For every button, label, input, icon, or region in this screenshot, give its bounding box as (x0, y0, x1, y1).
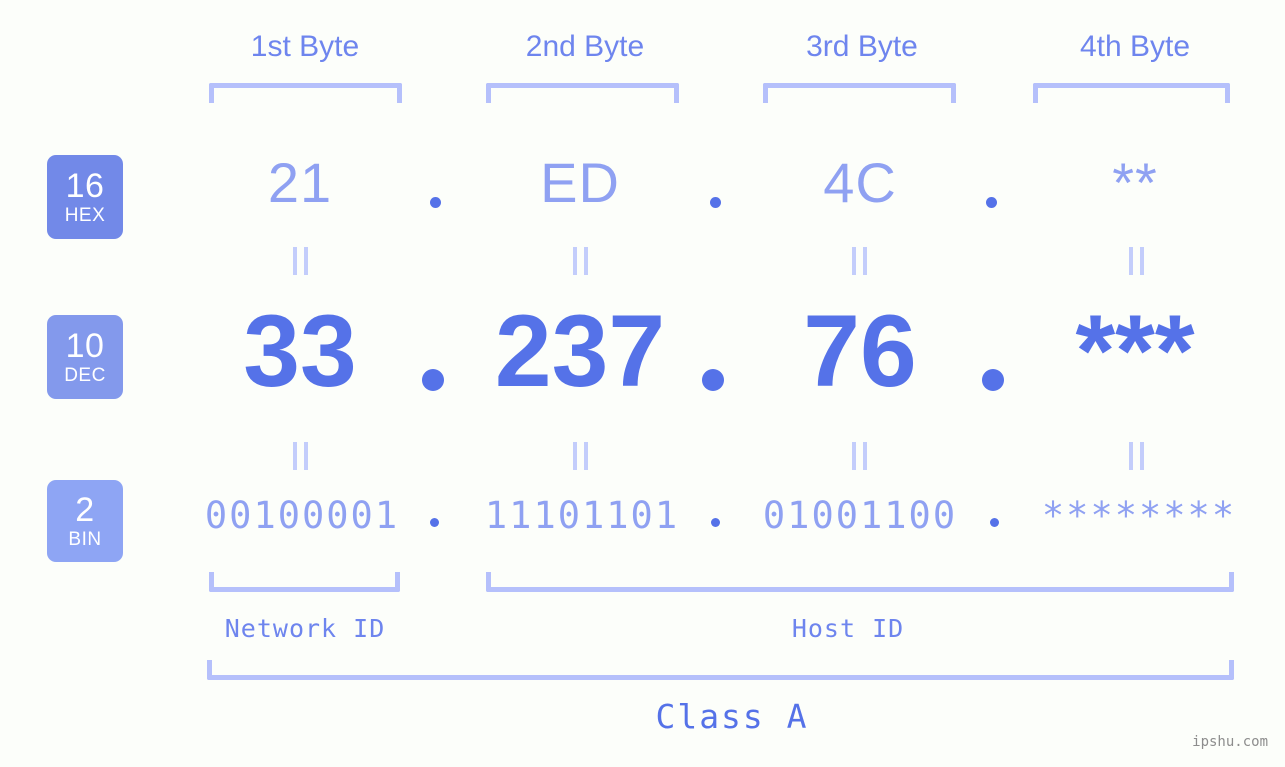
radix-badge-dec-number: 10 (65, 327, 105, 365)
network-id-label: Network ID (224, 614, 386, 643)
hex-dot-3 (986, 197, 997, 208)
byte-bracket-2 (486, 83, 679, 103)
bin-dot-1 (430, 518, 439, 527)
watermark: ipshu.com (1192, 734, 1268, 750)
radix-badge-bin-number: 2 (75, 491, 95, 529)
radix-badge-hex-name: HEX (64, 205, 106, 226)
byte-header-2: 2nd Byte (525, 30, 645, 63)
equals-mark-decbin-2 (573, 442, 588, 470)
equals-mark-decbin-1 (293, 442, 308, 470)
dec-dot-3 (982, 369, 1004, 391)
class-label: Class A (655, 697, 809, 736)
hex-byte-1: 21 (267, 151, 333, 214)
equals-mark-hexdec-1 (293, 247, 308, 275)
radix-badge-bin-name: BIN (68, 529, 102, 550)
bin-byte-4: ******** (1041, 494, 1237, 537)
hex-byte-4: ** (1112, 151, 1158, 214)
radix-badge-dec-name: DEC (64, 365, 106, 386)
byte-header-4: 4th Byte (1079, 30, 1191, 63)
equals-mark-decbin-4 (1129, 442, 1144, 470)
hex-byte-3: 4C (823, 151, 897, 214)
host-id-label: Host ID (791, 614, 905, 643)
host-id-bracket (486, 572, 1234, 592)
equals-mark-hexdec-2 (573, 247, 588, 275)
byte-bracket-3 (763, 83, 956, 103)
radix-badge-hex: 16 HEX (47, 155, 123, 239)
bin-dot-3 (990, 518, 999, 527)
radix-badge-dec: 10 DEC (47, 315, 123, 399)
dec-byte-1: 33 (243, 294, 357, 408)
hex-dot-1 (430, 197, 441, 208)
class-bracket (207, 660, 1234, 680)
bin-byte-2: 11101101 (484, 494, 680, 537)
network-id-bracket (209, 572, 400, 592)
dec-dot-1 (422, 369, 444, 391)
dec-byte-3: 76 (803, 294, 917, 408)
hex-byte-2: ED (540, 151, 620, 214)
bin-byte-3: 01001100 (762, 494, 958, 537)
bin-dot-2 (711, 518, 720, 527)
equals-mark-hexdec-3 (852, 247, 867, 275)
dec-byte-4: *** (1075, 294, 1195, 408)
byte-header-1: 1st Byte (250, 30, 360, 63)
radix-badge-hex-number: 16 (65, 167, 105, 205)
ip-address-diagram: 1st Byte 2nd Byte 3rd Byte 4th Byte 16 H… (0, 0, 1285, 767)
dec-dot-2 (702, 369, 724, 391)
radix-badge-bin: 2 BIN (47, 480, 123, 562)
equals-mark-decbin-3 (852, 442, 867, 470)
byte-bracket-4 (1033, 83, 1230, 103)
byte-bracket-1 (209, 83, 402, 103)
hex-dot-2 (710, 197, 721, 208)
dec-byte-2: 237 (494, 294, 666, 408)
equals-mark-hexdec-4 (1129, 247, 1144, 275)
bin-byte-1: 00100001 (204, 494, 400, 537)
byte-header-3: 3rd Byte (806, 30, 918, 63)
